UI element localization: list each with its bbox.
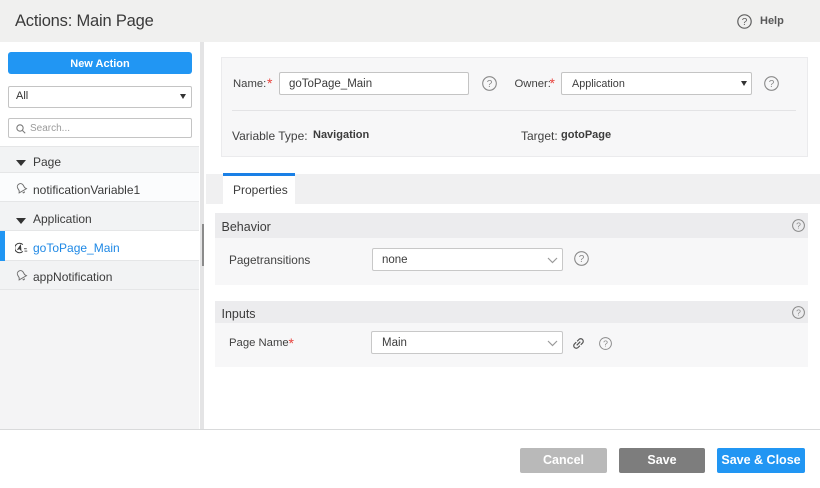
svg-text:?: ? (603, 338, 608, 348)
svg-text:?: ? (578, 254, 584, 265)
svg-text:?: ? (487, 79, 493, 90)
svg-text:?: ? (769, 79, 775, 90)
svg-text:?: ? (742, 17, 748, 28)
svg-text:?: ? (796, 221, 801, 231)
svg-text:?: ? (796, 307, 801, 317)
